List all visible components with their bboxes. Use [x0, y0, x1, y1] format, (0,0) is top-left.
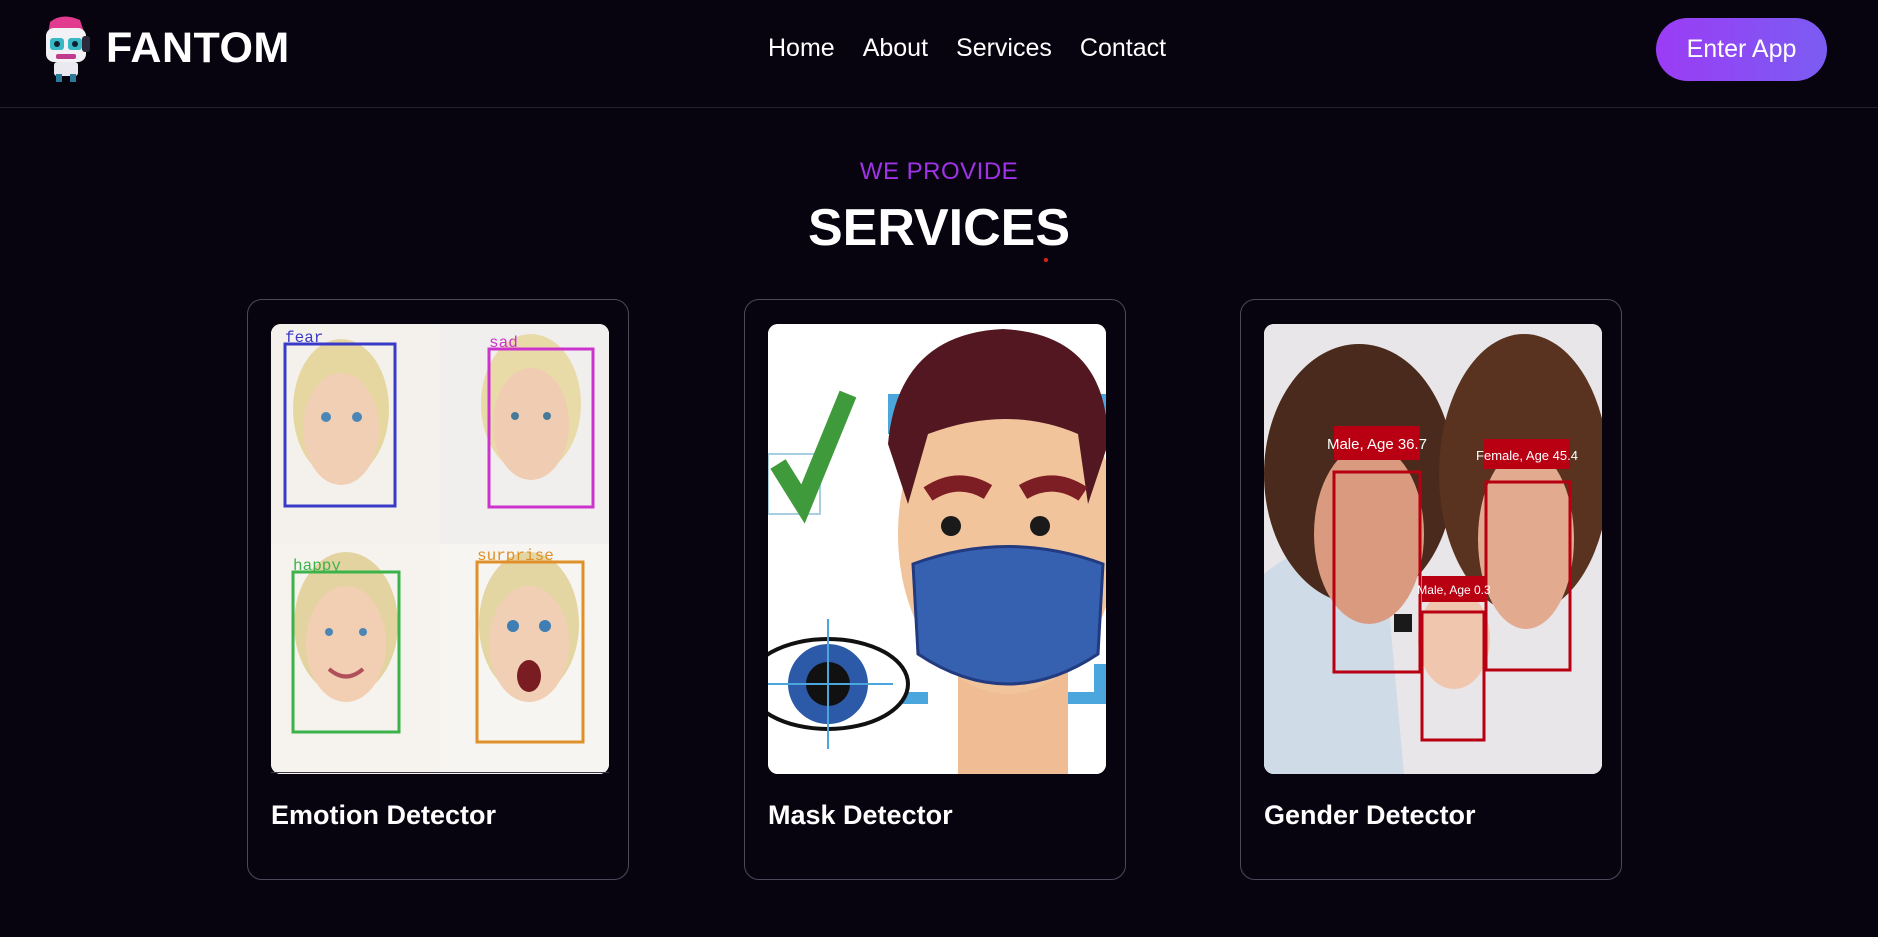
section-eyebrow: WE PROVIDE [859, 158, 1019, 185]
emotion-detector-image: fear sad happy surprise [271, 324, 609, 774]
emotion-label: happy [293, 557, 341, 575]
card-title[interactable]: Emotion Detector [271, 800, 496, 831]
nav-services[interactable]: Services [956, 34, 1052, 63]
site-header: FANTOM Home About Services Contact Enter… [0, 0, 1878, 108]
nav-contact[interactable]: Contact [1080, 34, 1166, 63]
robot-mascot-icon[interactable] [40, 12, 92, 84]
gender-detector-image: Male, Age 36.7 Female, Age 45.4 Male, Ag… [1264, 324, 1602, 774]
card-title[interactable]: Gender Detector [1264, 800, 1476, 831]
card-divider [271, 772, 609, 773]
service-card-mask[interactable]: Mask Detector [744, 299, 1126, 880]
image-label: Male, Age 36.7 [1327, 436, 1427, 453]
service-card-emotion[interactable]: fear sad happy surprise Emotion Detector [247, 299, 629, 880]
image-label: Male, Age 0.3 [1417, 583, 1491, 597]
section-title: SERVICES [807, 199, 1071, 257]
main-nav: Home About Services Contact [768, 34, 1166, 63]
service-card-gender[interactable]: Male, Age 36.7 Female, Age 45.4 Male, Ag… [1240, 299, 1622, 880]
emotion-label: surprise [477, 547, 554, 565]
image-label: Female, Age 45.4 [1476, 448, 1578, 463]
emotion-label: sad [489, 334, 518, 352]
card-title[interactable]: Mask Detector [768, 800, 953, 831]
nav-home[interactable]: Home [768, 34, 835, 63]
brand-name[interactable]: FANTOM [106, 24, 290, 73]
emotion-label: fear [285, 329, 323, 347]
nav-about[interactable]: About [863, 34, 928, 63]
enter-app-button[interactable]: Enter App [1656, 18, 1827, 81]
mask-detector-image [768, 324, 1106, 774]
decorative-dot [1044, 258, 1048, 262]
